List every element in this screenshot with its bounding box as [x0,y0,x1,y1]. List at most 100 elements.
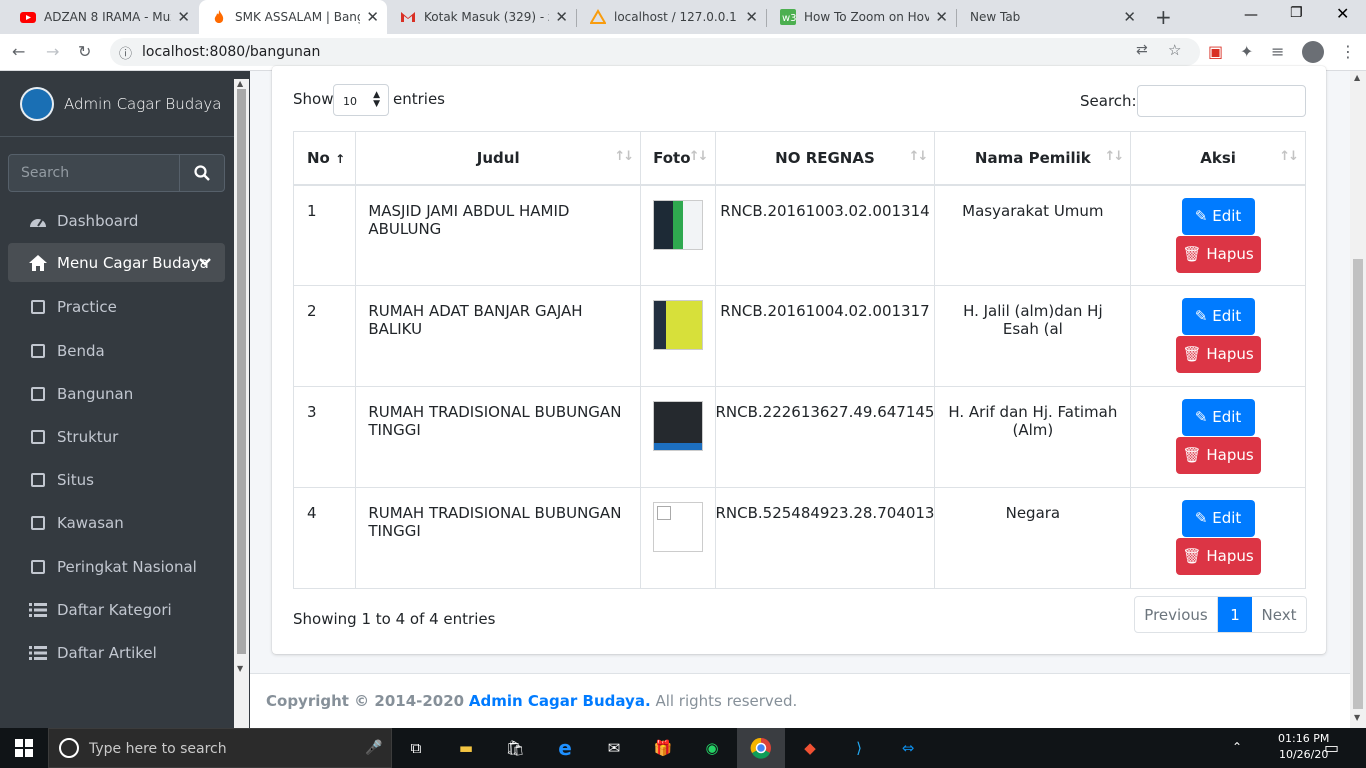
close-icon[interactable]: ✕ [935,8,948,26]
back-arrow-icon[interactable]: ← [12,42,25,62]
next-page-button[interactable]: Next [1252,597,1306,632]
page-scrollbar[interactable]: ▲ ▼ [1350,71,1366,728]
translate-icon[interactable]: ⇄ [1136,42,1148,58]
broken-image-icon[interactable] [652,502,703,552]
cell-aksi: ✎ Edit 🗑 Hapus [1130,184,1306,286]
sidebar-item-kawasan[interactable]: Kawasan [8,503,225,542]
store-icon[interactable]: 🛍 [503,736,527,760]
edit-button[interactable]: ✎ Edit [1181,399,1255,436]
windows-start-icon[interactable] [12,736,36,760]
page-scrollbar-thumb[interactable] [1353,259,1363,709]
delete-button[interactable]: 🗑 Hapus [1175,538,1261,575]
file-explorer-icon[interactable]: ▬ [454,736,478,760]
column-header-judul[interactable]: Judul ↑↓ [355,131,642,186]
photo-thumbnail[interactable] [652,300,703,350]
browser-tab-youtube[interactable]: ADZAN 8 IRAMA - Muz ✕ [8,0,198,34]
vscode-icon[interactable]: ⟩ [847,736,871,760]
sidebar-scrollbar[interactable]: ▲ ▼ [234,79,249,728]
browser-tab-phpmyadmin[interactable]: localhost / 127.0.0.1 / c ✕ [578,0,766,34]
task-view-icon[interactable]: ⧉ [404,736,428,760]
sidebar-item-situs[interactable]: Situs [8,460,225,499]
teamviewer-icon[interactable]: ⇔ [896,736,920,760]
cell-pemilik: H. Jalil (alm)dan Hj Esah (al [934,285,1132,387]
new-tab-plus-icon[interactable]: + [1155,5,1172,29]
browser-tab-gmail[interactable]: Kotak Masuk (329) - zar ✕ [388,0,576,34]
close-icon[interactable]: ✕ [177,8,190,26]
pocket-icon[interactable]: ▣ [1208,42,1223,62]
sidebar-item-practice[interactable]: Practice [8,287,225,326]
info-icon[interactable]: ⓘ [119,43,132,62]
whatsapp-icon[interactable]: ◉ [700,736,724,760]
delete-button[interactable]: 🗑 Hapus [1175,336,1261,373]
page-1-button[interactable]: 1 [1218,597,1252,632]
forward-arrow-icon[interactable]: → [46,42,59,62]
browser-tab-w3schools[interactable]: w3 How To Zoom on Hove ✕ [768,0,956,34]
edit-button[interactable]: ✎ Edit [1181,298,1255,335]
brand-name: Admin Cagar Budaya [64,95,222,113]
git-icon[interactable]: ◆ [798,736,822,760]
sidebar-item-menu-cagar-budaya[interactable]: Menu Cagar Budaya [8,243,225,282]
close-icon[interactable]: ✕ [745,8,758,26]
close-icon[interactable]: ✕ [1123,8,1136,26]
media-control-icon[interactable]: ≡ [1271,42,1284,62]
cell-pemilik: H. Arif dan Hj. Fatimah (Alm) [934,386,1132,488]
menu-dots-icon[interactable]: ⋮ [1340,42,1356,62]
microphone-icon[interactable]: 🎤 [365,740,382,756]
taskbar-clock[interactable]: 01:16 PM 10/26/20 [1278,731,1329,763]
sidebar-item-daftar-artikel[interactable]: Daftar Artikel [8,633,225,672]
avatar[interactable] [1302,41,1324,63]
url-text[interactable]: localhost:8080/bangunan [142,44,320,60]
reload-icon[interactable]: ↻ [78,42,91,62]
notification-icon[interactable]: ▭ [1324,738,1339,757]
gift-icon[interactable]: 🎁 [651,736,675,760]
cell-foto [640,386,716,488]
fire-icon [211,9,227,25]
column-header-aksi[interactable]: Aksi ↑↓ [1130,131,1306,186]
table-search-input[interactable] [1137,85,1306,117]
table-header-row: No ↑ Judul ↑↓ Foto ↑↓ NO REGNAS ↑↓ Nama Pem… [292,131,1306,186]
sidebar-search-input[interactable] [9,155,180,191]
sort-icon: ↑↓ [1279,149,1299,164]
minimize-icon[interactable]: — [1244,7,1258,23]
address-bar[interactable]: ⓘ localhost:8080/bangunan ⇄ ☆ [110,38,1200,66]
brand-link[interactable]: Admin Cagar Budaya [0,71,234,137]
entries-length-select[interactable]: 10 ▲ ▼ [333,84,389,116]
bookmark-star-icon[interactable]: ☆ [1168,41,1181,59]
taskbar-search[interactable]: Type here to search 🎤 [48,728,392,768]
close-icon[interactable]: ✕ [555,8,568,26]
photo-thumbnail[interactable] [652,401,703,451]
sidebar-item-benda[interactable]: Benda [8,331,225,370]
sidebar-item-peringkat-nasional[interactable]: Peringkat Nasional [8,547,225,586]
browser-tab-new-tab[interactable]: New Tab ✕ [958,0,1144,34]
sidebar-item-dashboard[interactable]: Dashboard [8,201,225,240]
sidebar-item-struktur[interactable]: Struktur [8,417,225,456]
footer-brand-link[interactable]: Admin Cagar Budaya. [469,692,651,710]
previous-page-button[interactable]: Previous [1135,597,1218,632]
cell-regnas: RNCB.20161003.02.001314 [714,184,936,286]
delete-button[interactable]: 🗑 Hapus [1175,437,1261,474]
chrome-taskbar-item[interactable] [737,728,785,768]
sidebar-scrollbar-thumb[interactable] [237,89,246,654]
mail-icon[interactable]: ✉ [602,736,626,760]
close-icon[interactable]: ✕ [366,8,379,26]
sidebar-item-daftar-kategori[interactable]: Daftar Kategori [8,590,225,629]
column-header-no[interactable]: No ↑ [292,131,357,186]
search-button[interactable] [179,155,224,191]
edit-button[interactable]: ✎ Edit [1181,500,1255,537]
cell-foto [640,285,716,387]
column-header-nama-pemilik[interactable]: Nama Pemilik ↑↓ [934,131,1132,186]
photo-thumbnail[interactable] [652,199,703,250]
delete-button[interactable]: 🗑 Hapus [1175,235,1261,273]
close-window-icon[interactable]: ✕ [1336,4,1349,23]
column-header-foto[interactable]: Foto ↑↓ [640,131,716,186]
chevron-up-icon[interactable]: ⌃ [1232,740,1242,754]
square-icon [28,341,48,361]
edit-icon: ✎ [1194,408,1208,426]
sidebar-item-bangunan[interactable]: Bangunan [8,374,225,413]
column-header-no-regnas[interactable]: NO REGNAS ↑↓ [714,131,936,186]
extensions-icon[interactable]: ✦ [1240,42,1253,62]
edit-button[interactable]: ✎ Edit [1181,197,1255,235]
edge-icon[interactable]: e [553,736,577,760]
browser-tab-smk-assalam[interactable]: SMK ASSALAM | Bangu ✕ [199,0,387,34]
restore-icon[interactable]: ❐ [1290,5,1303,21]
